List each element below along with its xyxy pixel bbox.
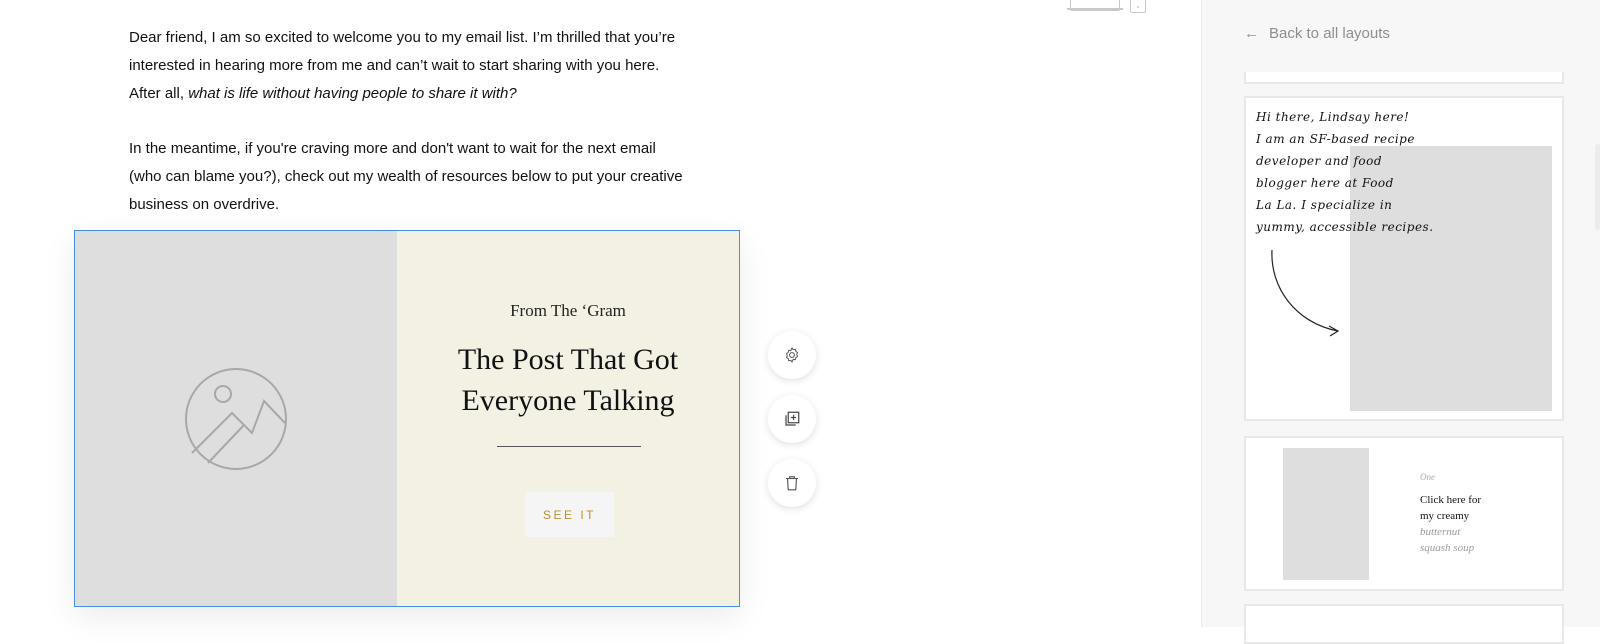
layout-card-partial-top[interactable] [1244,72,1564,84]
layout-card-recipe-link[interactable]: One Click here for my creamy butternut s… [1244,436,1564,591]
see-it-button[interactable]: SEE IT [525,492,614,537]
layouts-panel: ← Back to all layouts Hi there, Lindsay … [1201,0,1600,644]
layout-line-1: Click here for [1420,494,1482,506]
resources-paragraph[interactable]: In the meantime, if you're craving more … [129,135,689,219]
curved-arrow-icon [1271,249,1340,337]
duplicate-block-button[interactable] [768,395,816,443]
image-placeholder[interactable] [75,231,397,606]
block-kicker[interactable]: From The ‘Gram [397,301,739,321]
mobile-icon[interactable] [1130,0,1146,13]
back-link-label: Back to all layouts [1269,25,1390,42]
block-text-panel: From The ‘Gram The Post That Got Everyon… [397,231,739,606]
desktop-icon[interactable] [1067,0,1123,11]
duplicate-icon [785,411,800,426]
layout-line-3: butternut [1420,526,1461,538]
trash-icon [786,476,798,491]
back-to-layouts-link[interactable]: ← Back to all layouts [1244,25,1390,42]
layout-line-4: squash soup [1420,542,1475,554]
panel-scrollbar[interactable] [1595,144,1600,230]
layout-eyebrow: One [1420,472,1435,482]
arrow-left-icon: ← [1244,25,1259,42]
layout-card-partial-bottom[interactable] [1244,604,1564,644]
delete-block-button[interactable] [768,459,816,507]
block-heading[interactable]: The Post That Got Everyone Talking [417,339,719,421]
intro-paragraph[interactable]: Dear friend, I am so excited to welcome … [129,24,689,108]
block-settings-button[interactable] [768,331,816,379]
intro-italic-text: what is life without having people to sh… [188,85,517,102]
layout-image-placeholder [1283,448,1369,580]
gear-icon [785,347,799,363]
handwritten-text: Hi there, Lindsay here! I am an SF-based… [1256,110,1434,234]
layout-card-handwritten[interactable]: Hi there, Lindsay here! I am an SF-based… [1244,96,1564,421]
selected-layout-block[interactable]: From The ‘Gram The Post That Got Everyon… [74,230,740,607]
image-placeholder-icon [185,368,287,470]
block-divider [497,446,641,447]
layout-line-2: my creamy [1420,510,1470,522]
